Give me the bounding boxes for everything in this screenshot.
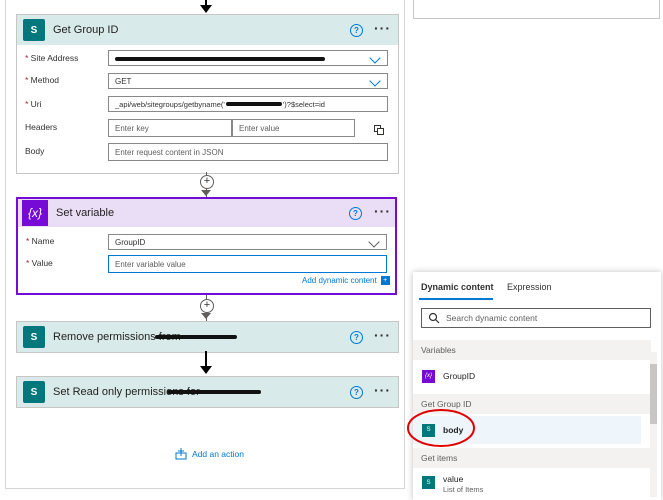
action-card-get-group-id: S Get Group ID ? ··· * Site Address * Me… (16, 14, 399, 174)
redacted-text (115, 57, 325, 61)
arrowhead-icon (201, 190, 211, 196)
more-options-icon[interactable]: ··· (374, 20, 391, 36)
card-title: Get Group ID (53, 24, 119, 36)
section-header-get-items: Get items (413, 448, 651, 468)
dynamic-item-value[interactable]: S value List of Items (413, 471, 641, 497)
redacted-text (225, 102, 282, 106)
action-card-read-only-permissions[interactable]: S Set Read only permissions for ? ··· (16, 376, 399, 408)
insert-step-button[interactable]: + (200, 299, 214, 313)
highlight-ellipse (407, 409, 475, 447)
redacted-text (155, 335, 237, 339)
uri-suffix: ')?$select=id (282, 99, 325, 109)
uri-input[interactable]: _api/web/sitegroups/getbyname(' ')?$sele… (108, 96, 388, 112)
more-options-icon[interactable]: ··· (374, 203, 391, 219)
method-select[interactable]: GET (108, 73, 388, 89)
card-header[interactable]: S Get Group ID ? ··· (17, 15, 398, 45)
arrowhead-icon (200, 366, 212, 374)
search-icon (428, 312, 440, 324)
card-header[interactable]: {x} Set variable ? ··· (18, 199, 395, 227)
header-key-input[interactable]: Enter key (108, 119, 232, 137)
dynamic-item-label: GroupID (443, 371, 476, 381)
tab-dynamic-content[interactable]: Dynamic content (421, 282, 494, 292)
body-input[interactable]: Enter request content in JSON (108, 143, 388, 161)
add-an-action-label: Add an action (192, 449, 244, 459)
add-an-action-button[interactable]: Add an action (175, 448, 244, 460)
card-header[interactable]: S Remove permissions from ? ··· (17, 322, 398, 352)
help-icon[interactable]: ? (349, 207, 362, 220)
action-card-set-variable: {x} Set variable ? ··· * Name GroupID * … (16, 197, 397, 295)
arrowhead-icon (201, 313, 211, 319)
sharepoint-icon: S (422, 476, 435, 489)
site-address-input[interactable] (108, 50, 388, 66)
help-icon[interactable]: ? (350, 24, 363, 37)
sharepoint-icon: S (23, 381, 45, 403)
headers-label: Headers (25, 122, 58, 132)
variable-name-value: GroupID (115, 237, 146, 247)
dynamic-item-groupid[interactable]: {x} GroupID (413, 362, 641, 390)
search-placeholder: Search dynamic content (446, 313, 538, 323)
dynamic-item-label: value (443, 474, 464, 484)
sharepoint-icon: S (23, 19, 45, 41)
site-address-label: * Site Address (25, 53, 79, 63)
body-label: Body (25, 146, 45, 156)
value-label: * Value (26, 258, 53, 268)
add-dynamic-content-label: Add dynamic content (302, 276, 377, 285)
tab-expression[interactable]: Expression (507, 282, 552, 292)
chevron-down-icon[interactable] (368, 236, 380, 248)
more-options-icon[interactable]: ··· (374, 327, 391, 343)
panel-scrollbar[interactable] (650, 352, 657, 497)
help-icon[interactable]: ? (350, 386, 363, 399)
more-options-icon[interactable]: ··· (374, 382, 391, 398)
insert-step-button[interactable]: + (200, 175, 214, 189)
active-tab-indicator (419, 298, 493, 300)
header-value-input[interactable]: Enter value (232, 119, 355, 137)
scrollbar-thumb[interactable] (650, 364, 657, 424)
variable-icon: {x} (422, 369, 435, 383)
search-dynamic-content-input[interactable]: Search dynamic content (421, 308, 651, 328)
action-card-remove-permissions[interactable]: S Remove permissions from ? ··· (16, 321, 399, 353)
arrowhead-icon (200, 5, 212, 13)
add-action-icon (175, 448, 187, 460)
name-label: * Name (26, 236, 55, 246)
variable-name-select[interactable]: GroupID (108, 234, 387, 250)
uri-label: * Uri (25, 99, 42, 109)
method-value: GET (115, 76, 132, 86)
help-icon[interactable]: ? (350, 331, 363, 344)
dynamic-item-description: List of Items (443, 485, 484, 494)
chevron-down-icon[interactable] (369, 75, 381, 87)
card-title: Set variable (56, 207, 115, 219)
variable-icon: {x} (22, 200, 48, 226)
switch-to-text-mode-icon[interactable] (374, 122, 384, 135)
sharepoint-icon: S (23, 326, 45, 348)
right-top-box (413, 0, 660, 19)
section-header-variables: Variables (413, 340, 651, 360)
redacted-text (167, 390, 261, 394)
card-header[interactable]: S Set Read only permissions for ? ··· (17, 377, 398, 407)
variable-value-input[interactable]: Enter variable value (108, 255, 387, 273)
add-dynamic-content-link[interactable]: Add dynamic content + (302, 276, 390, 285)
dynamic-content-panel: Dynamic content Expression Search dynami… (413, 272, 661, 500)
uri-prefix: _api/web/sitegroups/getbyname(' (115, 99, 225, 109)
method-label: * Method (25, 75, 60, 85)
add-dynamic-icon: + (380, 276, 390, 285)
chevron-down-icon[interactable] (369, 52, 381, 64)
